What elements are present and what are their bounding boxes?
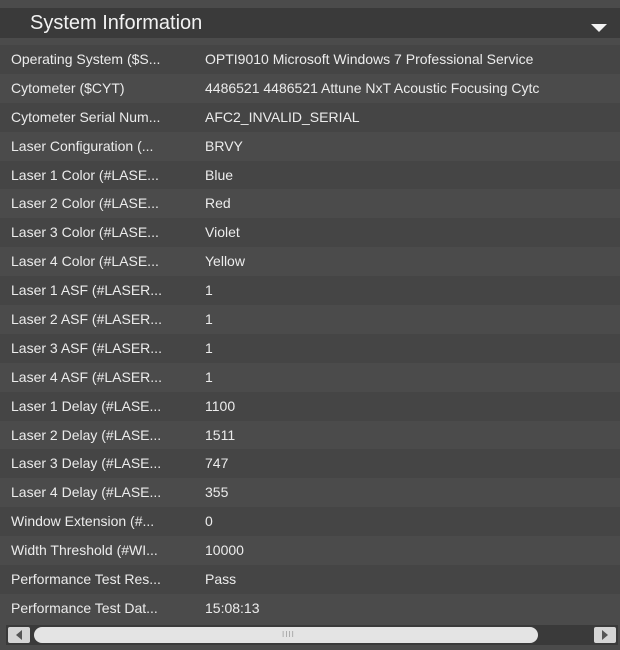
property-name: Laser 3 Color (#LASE... xyxy=(11,224,159,241)
property-value: 0 xyxy=(205,513,213,530)
property-value: BRVY xyxy=(205,137,243,154)
property-name: Laser 2 Delay (#LASE... xyxy=(11,426,162,443)
property-name: Cytometer ($CYT) xyxy=(11,79,125,96)
property-value: OPTI9010 Microsoft Windows 7 Professiona… xyxy=(205,51,534,67)
property-value: Violet xyxy=(205,224,240,241)
property-value: 1100 xyxy=(205,397,236,414)
property-value: Blue xyxy=(205,166,234,183)
property-value: 1 xyxy=(205,368,213,385)
arrow-right-icon xyxy=(602,630,608,640)
scroll-right-button[interactable] xyxy=(594,627,616,643)
property-name: Performance Test Dat... xyxy=(11,599,158,616)
property-value: 355 xyxy=(205,484,229,501)
property-row[interactable]: Performance Test Dat... 15:08:13 xyxy=(0,593,620,623)
property-value: 15:08:13 xyxy=(205,599,260,616)
property-value: 1 xyxy=(205,339,213,356)
scroll-thumb[interactable]: IIII xyxy=(34,627,538,643)
property-row[interactable]: Laser 1 ASF (#LASER... 1 xyxy=(0,276,620,306)
property-row[interactable]: Laser 4 ASF (#LASER... 1 xyxy=(0,362,620,392)
property-value: 10000 xyxy=(205,542,244,559)
property-name: Laser 2 ASF (#LASER... xyxy=(11,311,162,328)
system-information-panel: System Information Operating System ($S.… xyxy=(0,0,620,650)
property-name: Laser 2 Color (#LASE... xyxy=(11,195,159,212)
property-value: 4486521 4486521 Attune NxT Acoustic Focu… xyxy=(205,79,540,96)
property-name: Window Extension (#... xyxy=(11,513,155,530)
property-name: Laser 4 Color (#LASE... xyxy=(11,253,159,270)
property-value: 1 xyxy=(205,282,213,299)
property-value: 747 xyxy=(205,455,229,472)
property-name: Performance Test Res... xyxy=(11,571,161,588)
property-row[interactable]: Laser 3 Color (#LASE... Violet xyxy=(0,218,620,248)
property-name: Laser Configuration (... xyxy=(11,137,154,154)
property-name: Laser 1 ASF (#LASER... xyxy=(11,282,162,299)
property-row[interactable]: Cytometer Serial Num... AFC2_INVALID_SERI… xyxy=(0,102,620,132)
property-name: Laser 1 Delay (#LASE... xyxy=(11,397,162,414)
property-name: Operating System ($S... xyxy=(11,51,161,67)
property-row[interactable]: Laser 4 Delay (#LASE... 355 xyxy=(0,478,620,508)
property-row[interactable]: Cytometer ($CYT) 4486521 4486521 Attune N… xyxy=(0,73,620,103)
property-name: Laser 3 ASF (#LASER... xyxy=(11,339,162,356)
property-value: AFC2_INVALID_SERIAL xyxy=(205,108,360,125)
chevron-down-icon[interactable] xyxy=(588,21,610,35)
property-name: Width Threshold (#WI... xyxy=(11,542,158,559)
property-row[interactable]: Laser 4 Color (#LASE... Yellow xyxy=(0,247,620,277)
property-name: Laser 4 Delay (#LASE... xyxy=(11,484,162,501)
scroll-grip: IIII xyxy=(282,630,295,639)
property-row[interactable]: Laser 2 Delay (#LASE... 1511 xyxy=(0,420,620,450)
property-list: Operating System ($S... OPTI9010 Microsof… xyxy=(0,45,620,623)
property-row[interactable]: Laser 3 ASF (#LASER... 1 xyxy=(0,333,620,363)
property-value: Yellow xyxy=(205,253,245,270)
property-name: Laser 1 Color (#LASE... xyxy=(11,166,159,183)
property-row[interactable]: Laser 1 Color (#LASE... Blue xyxy=(0,160,620,190)
property-name: Laser 3 Delay (#LASE... xyxy=(11,455,162,472)
panel-title: System Information xyxy=(30,12,203,34)
property-row[interactable]: Window Extension (#... 0 xyxy=(0,507,620,537)
property-value: Red xyxy=(205,195,231,212)
property-value: 1 xyxy=(205,311,213,328)
property-row[interactable]: Performance Test Res... Pass xyxy=(0,565,620,594)
property-row[interactable]: Width Threshold (#WI... 10000 xyxy=(0,536,620,566)
horizontal-scrollbar[interactable]: IIII xyxy=(6,625,618,645)
property-value: 1511 xyxy=(205,426,236,443)
property-row[interactable]: Laser Configuration (... BRVY xyxy=(0,131,620,161)
property-row[interactable]: Laser 1 Delay (#LASE... 1100 xyxy=(0,391,620,421)
property-row[interactable]: Laser 2 ASF (#LASER... 1 xyxy=(0,305,620,334)
property-row[interactable]: Laser 3 Delay (#LASE... 747 xyxy=(0,449,620,479)
arrow-left-icon xyxy=(16,630,22,640)
property-row[interactable]: Operating System ($S... OPTI9010 Microsof… xyxy=(0,45,620,74)
property-name: Laser 4 ASF (#LASER... xyxy=(11,368,162,385)
scroll-left-button[interactable] xyxy=(8,627,30,643)
property-value: Pass xyxy=(205,571,237,588)
panel-header[interactable]: System Information xyxy=(0,8,620,38)
property-row[interactable]: Laser 2 Color (#LASE... Red xyxy=(0,189,620,219)
property-name: Cytometer Serial Num... xyxy=(11,108,161,125)
